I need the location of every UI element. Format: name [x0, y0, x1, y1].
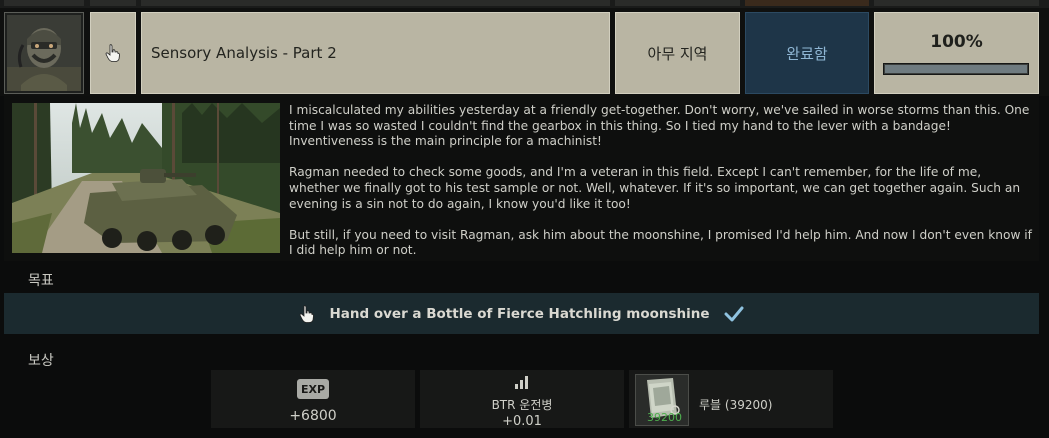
item-amount: 39200	[647, 411, 682, 424]
objective-text: Hand over a Bottle of Fierce Hatchling m…	[329, 305, 710, 322]
quest-progress: 100%	[874, 12, 1039, 94]
reward-item[interactable]: 39200 루블 (39200)	[629, 370, 833, 428]
trader-portrait	[7, 15, 81, 91]
rewards-heading: 보상	[28, 353, 54, 369]
item-name: 루블 (39200)	[699, 398, 773, 412]
quest-image	[12, 103, 280, 253]
description-paragraph: But still, if you need to visit Ragman, …	[289, 227, 1032, 258]
quest-description-text: I miscalculated my abilities yesterday a…	[289, 103, 1034, 275]
previous-quest-row-edge	[0, 0, 1049, 8]
quest-title[interactable]: Sensory Analysis - Part 2	[141, 12, 610, 94]
skill-value: +0.01	[502, 414, 542, 429]
previous-row-segment	[615, 0, 740, 6]
bar-chart-icon	[515, 376, 528, 389]
rewards-panel: EXP +6800 BTR 운전병 +0.01 39200 루블 (39200)	[0, 368, 1049, 430]
quest-status: 완료함	[745, 12, 869, 94]
pointer-hand-icon	[105, 44, 120, 62]
progress-bar	[883, 63, 1029, 75]
progress-percent: 100%	[930, 32, 983, 52]
exp-value: +6800	[289, 408, 337, 424]
progress-bar-fill	[885, 65, 1027, 73]
quest-row[interactable]: Sensory Analysis - Part 2 아무 지역 완료함 100%	[0, 8, 1049, 96]
description-paragraph: I miscalculated my abilities yesterday a…	[289, 103, 1030, 149]
locate-button[interactable]	[90, 12, 136, 94]
checkmark-icon	[724, 306, 744, 321]
reward-skill: BTR 운전병 +0.01	[420, 370, 624, 429]
objectives-heading: 목표	[28, 273, 54, 289]
previous-row-segment	[745, 0, 869, 6]
reward-exp: EXP +6800	[211, 370, 415, 428]
skill-name: BTR 운전병	[491, 398, 553, 412]
trader-avatar	[4, 12, 84, 94]
previous-row-segment	[4, 0, 84, 6]
quest-description-panel: I miscalculated my abilities yesterday a…	[4, 96, 1039, 261]
pointer-hand-icon	[300, 304, 315, 323]
previous-row-segment	[141, 0, 610, 6]
previous-row-segment	[90, 0, 136, 6]
exp-icon: EXP	[297, 379, 329, 399]
description-paragraph: Ragman needed to check some goods, and I…	[289, 165, 1021, 211]
roubles-icon[interactable]: 39200	[635, 374, 689, 426]
quest-location: 아무 지역	[615, 12, 740, 94]
objective-item[interactable]: Hand over a Bottle of Fierce Hatchling m…	[4, 293, 1039, 334]
previous-row-segment	[874, 0, 1039, 6]
